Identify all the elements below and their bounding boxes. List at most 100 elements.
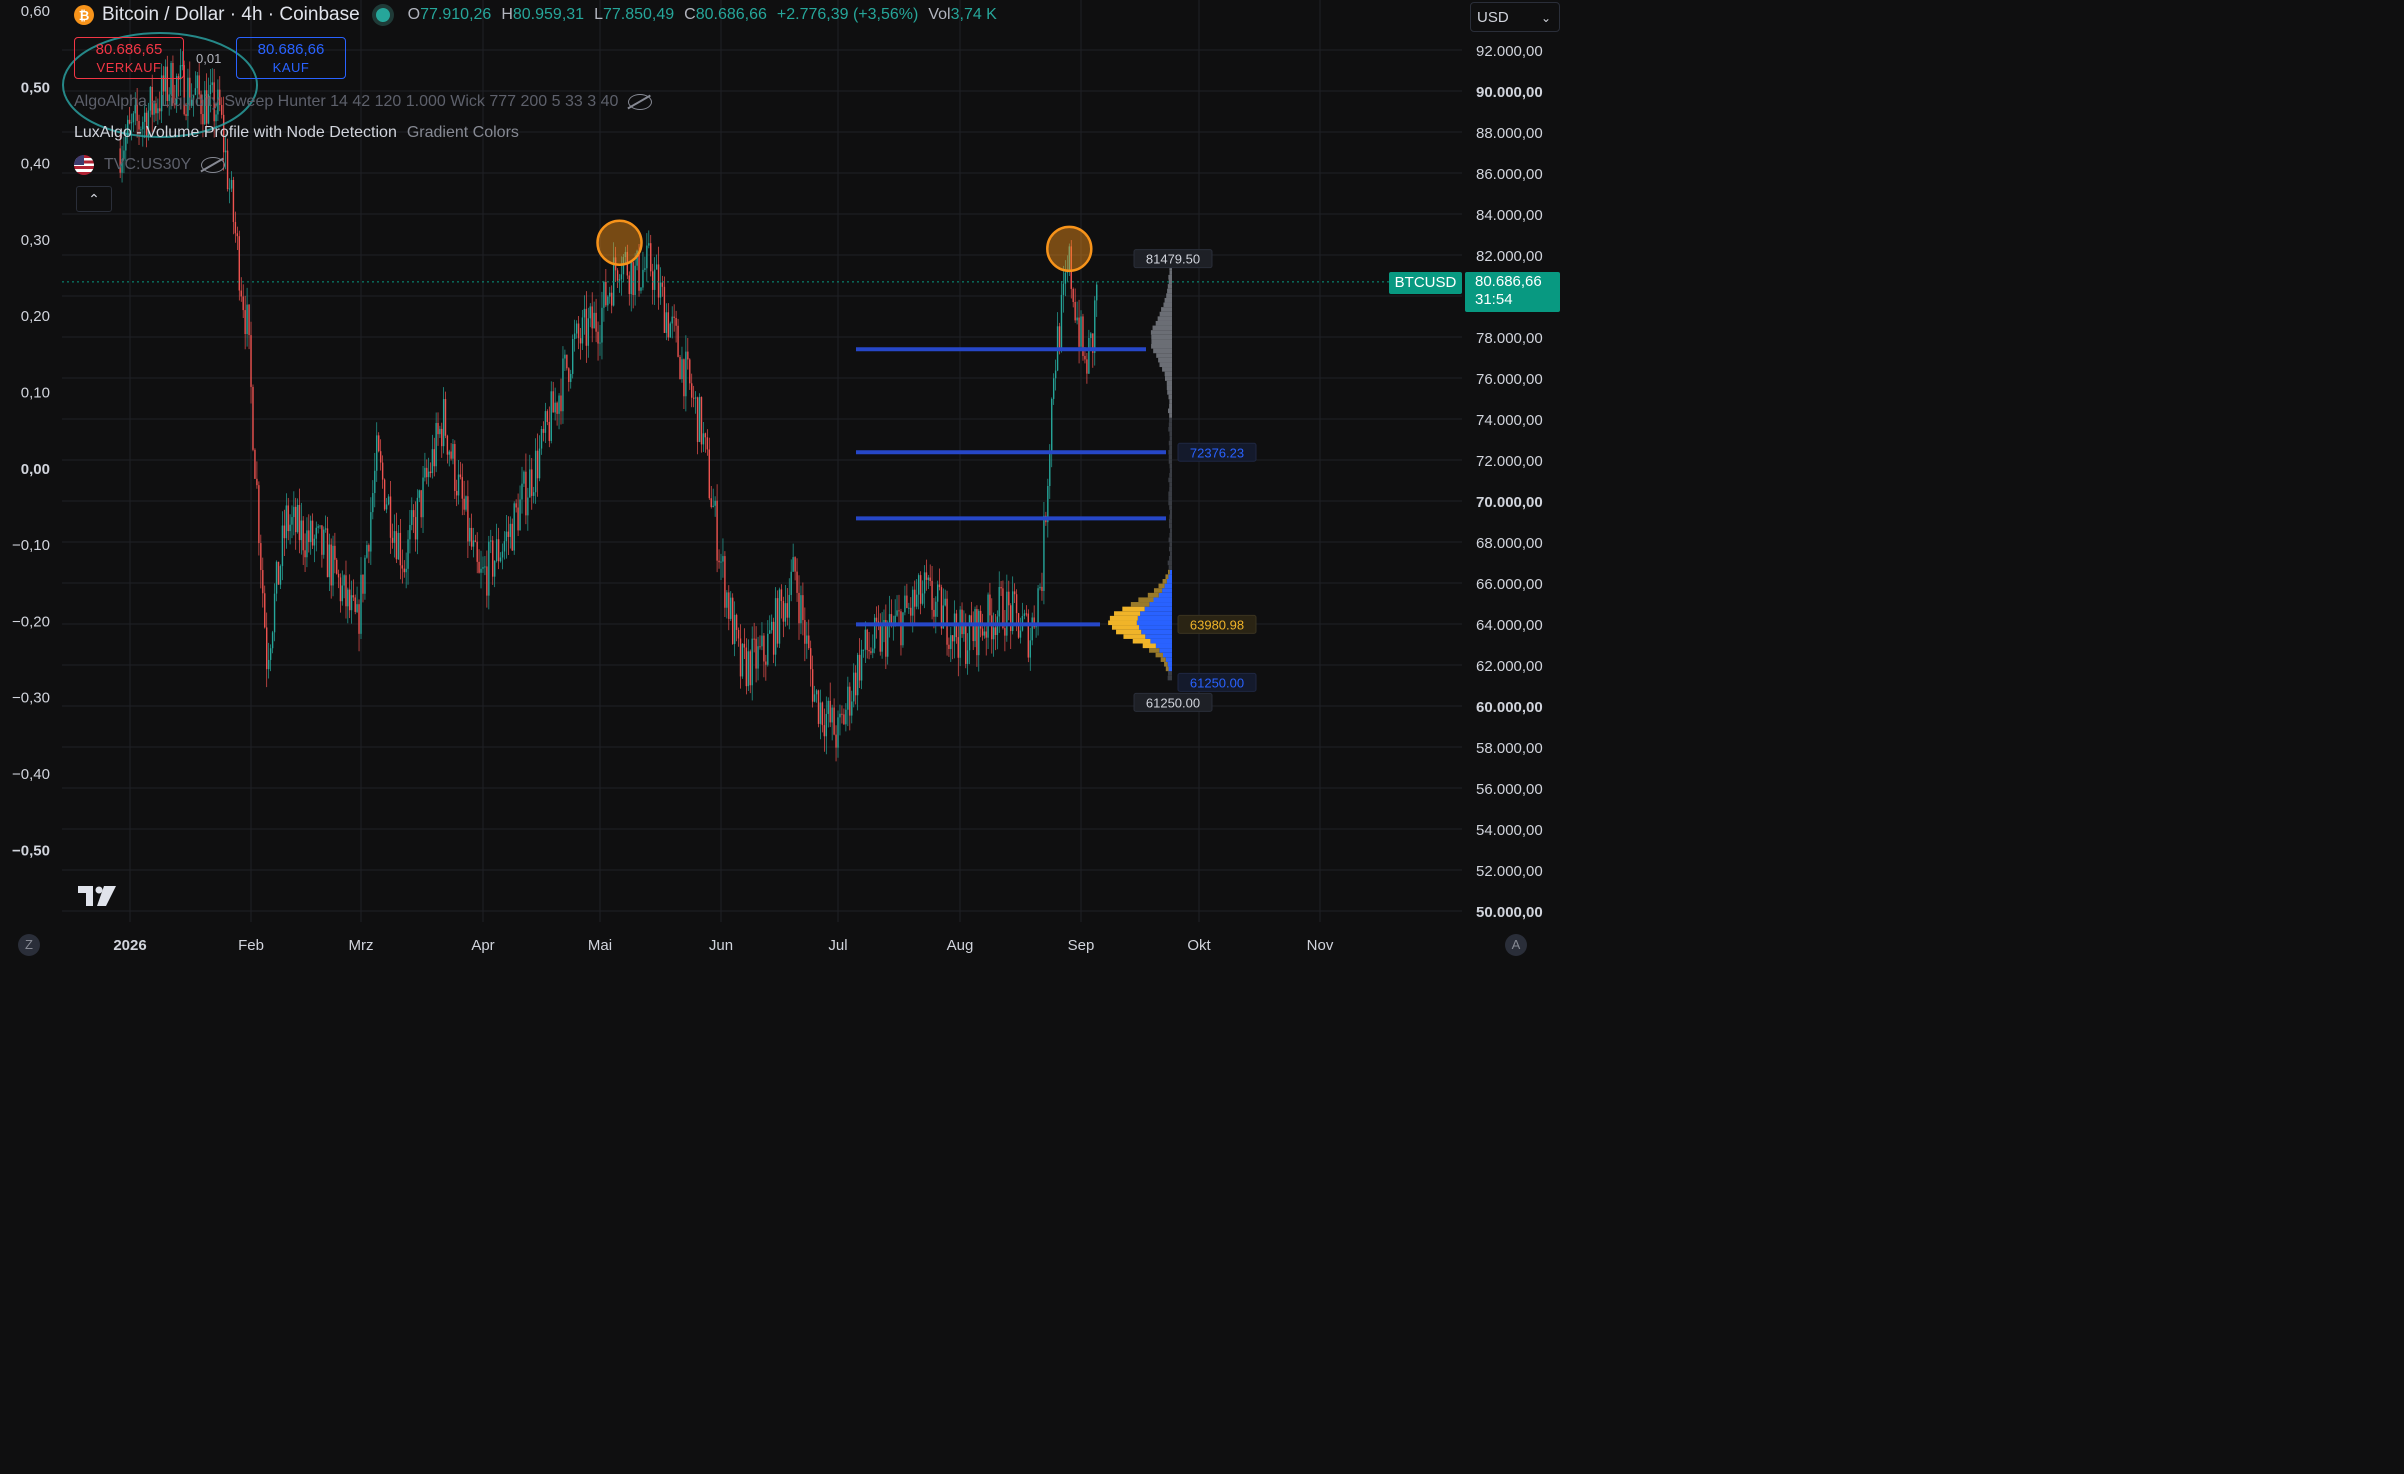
- candle-body: [683, 359, 685, 397]
- candle-body: [972, 625, 974, 642]
- candles: [119, 48, 1098, 762]
- candle-body: [675, 317, 677, 326]
- candle-body: [646, 245, 648, 269]
- candle-body: [819, 702, 822, 724]
- candle-body: [562, 358, 564, 412]
- volume-profile-bar: [1136, 620, 1172, 626]
- candle-body: [383, 479, 386, 510]
- y-axis-tick-label: 88.000,00: [1476, 125, 1543, 142]
- auto-scale-button[interactable]: A: [1505, 934, 1527, 956]
- candle-body: [968, 615, 971, 651]
- currency-select[interactable]: USD ⌄: [1470, 2, 1560, 32]
- candle-body: [364, 557, 366, 594]
- candle-body: [896, 610, 898, 616]
- candle-body: [448, 451, 450, 455]
- volume-profile-bar: [1169, 482, 1172, 487]
- candle-body: [936, 584, 939, 602]
- candle-body: [611, 292, 613, 306]
- collapse-legend-button[interactable]: ⌃: [76, 186, 112, 212]
- symbol-legend[interactable]: ₿ Bitcoin / Dollar · 4h · Coinbase O77.9…: [74, 4, 997, 26]
- volume-profile-bar: [1168, 394, 1172, 400]
- candle-body: [132, 113, 135, 123]
- candle-body: [944, 598, 946, 606]
- candle-body: [533, 492, 535, 496]
- indicator-volume-profile[interactable]: LuxAlgo - Volume Profile with Node Detec…: [74, 124, 519, 142]
- candle-body: [381, 462, 384, 480]
- y-axis-tick-label: 62.000,00: [1476, 658, 1543, 675]
- buy-button[interactable]: 80.686,66 KAUF: [236, 37, 346, 79]
- candle-body: [362, 574, 364, 594]
- volume-profile-bar: [1168, 449, 1172, 455]
- volume-profile-bar: [1169, 417, 1172, 423]
- candle-body: [906, 595, 908, 608]
- candle-body: [917, 575, 920, 595]
- candle-body: [279, 566, 282, 585]
- x-axis-tick-label: Feb: [238, 937, 264, 954]
- volume-profile-bar: [1167, 675, 1172, 681]
- candle-body: [726, 592, 728, 608]
- sell-button[interactable]: 80.686,65 VERKAUF: [74, 37, 184, 79]
- indicator-name: AlgoAlpha - Liquidity Sweep Hunter 14 42…: [74, 93, 619, 110]
- left-axis-tick-label: 0,20: [21, 308, 50, 325]
- candle-body: [902, 612, 904, 646]
- candle-body: [875, 617, 878, 622]
- candle-body: [950, 635, 952, 649]
- candle-body: [587, 318, 589, 346]
- candle-body: [463, 498, 465, 510]
- candle-body: [900, 611, 902, 646]
- volume-profile-bar: [1147, 592, 1159, 598]
- candle-body: [306, 530, 308, 558]
- candle-body: [497, 539, 500, 562]
- candle-body: [724, 556, 726, 608]
- candle-body: [490, 540, 492, 542]
- candle-body: [505, 531, 508, 542]
- chart-area[interactable]: 92.000,00 90.000,00 88.000,00 86.000,00 84.0…: [0, 0, 1568, 961]
- candle-body: [792, 557, 794, 572]
- volume-profile-bar: [1168, 569, 1170, 575]
- candle-body: [337, 573, 340, 578]
- symbol-title[interactable]: Bitcoin / Dollar · 4h · Coinbase: [102, 4, 360, 26]
- candle-body: [898, 610, 900, 612]
- volume-profile-bar: [1152, 325, 1172, 331]
- candle-body: [698, 397, 701, 442]
- buy-label: KAUF: [272, 60, 310, 75]
- candle-body: [379, 451, 382, 463]
- candle-body: [324, 528, 327, 530]
- candle-body: [959, 609, 961, 658]
- volume-profile-bar: [1167, 560, 1172, 566]
- candle-body: [523, 471, 525, 484]
- x-axis-tick-label: Apr: [471, 937, 494, 954]
- timezone-toggle-button[interactable]: Z: [18, 934, 40, 956]
- indicator-us30y[interactable]: TVC:US30Y: [74, 155, 226, 175]
- indicator-liquidity-sweep[interactable]: AlgoAlpha - Liquidity Sweep Hunter 14 42…: [74, 93, 653, 111]
- candle-body: [714, 500, 716, 506]
- close-value: C80.686,66: [684, 6, 767, 23]
- volume-profile-bar: [1165, 666, 1169, 672]
- candle-body: [250, 335, 252, 387]
- candle-body: [855, 672, 857, 696]
- volume-profile-bar: [1168, 440, 1172, 446]
- hidden-eye-icon[interactable]: [628, 94, 653, 110]
- hidden-eye-icon[interactable]: [201, 157, 226, 173]
- candle-body: [228, 188, 231, 190]
- candle-body: [544, 411, 547, 433]
- volume-profile-bar: [1159, 311, 1172, 317]
- market-status-icon: [375, 8, 390, 22]
- y-axis-tick-label: 74.000,00: [1476, 412, 1543, 429]
- volume-profile-bar: [1153, 348, 1172, 354]
- candle-body: [234, 221, 237, 234]
- left-axis-tick-label: 0,40: [21, 156, 50, 173]
- candle-body: [1084, 355, 1086, 360]
- candle-body: [601, 307, 603, 343]
- candle-body: [289, 524, 291, 532]
- volume-profile-bar: [1167, 390, 1172, 395]
- candle-body: [813, 694, 816, 702]
- candle-body: [923, 572, 926, 594]
- candle-body: [825, 713, 827, 737]
- candle-body: [492, 540, 494, 577]
- profile-high-label: 81479.50: [1146, 252, 1200, 267]
- candle-body: [311, 520, 314, 546]
- candle-body: [431, 449, 434, 474]
- price-chart[interactable]: 92.000,00 90.000,00 88.000,00 86.000,00 84.0…: [0, 0, 1568, 961]
- candle-body: [1074, 302, 1076, 321]
